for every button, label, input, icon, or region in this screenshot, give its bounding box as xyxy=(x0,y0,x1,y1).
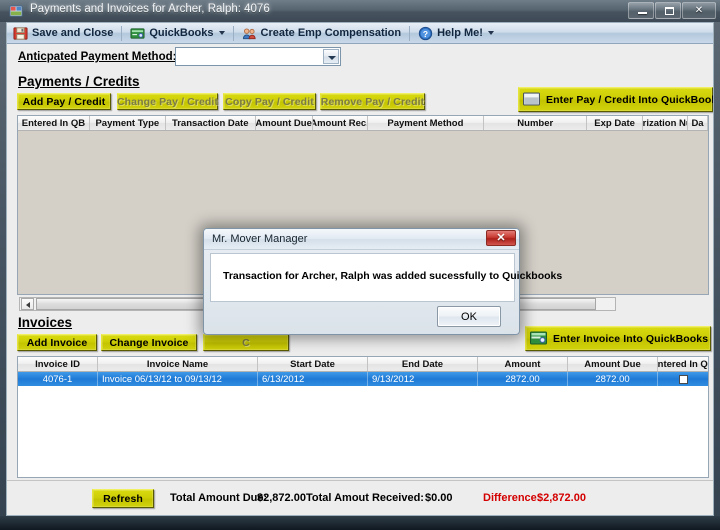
invoices-column-entered-in-qb[interactable]: Entered In QB xyxy=(658,357,708,371)
difference-value: $2,872.00 xyxy=(537,492,586,504)
payments-column-entered-in-qb[interactable]: Entered In QB xyxy=(18,116,90,130)
enter-pay-credit-into-quickbooks-label: Enter Pay / Credit Into QuickBooks xyxy=(546,93,714,106)
cell-amount-due: 2872.00 xyxy=(568,372,658,386)
anticipated-payment-method-dropdown-button[interactable] xyxy=(323,49,339,64)
refresh-button[interactable]: Refresh xyxy=(92,489,154,508)
copy-pay-credit-button[interactable]: Copy Pay / Credit xyxy=(223,93,316,110)
toolbar-label-quickbooks: QuickBooks xyxy=(149,27,214,39)
anticipated-payment-method-select[interactable] xyxy=(175,47,341,66)
toolbar-separator xyxy=(121,25,123,41)
invoices-column-invoice-name[interactable]: Invoice Name xyxy=(98,357,258,371)
enter-pay-credit-into-quickbooks-button[interactable]: Enter Pay / Credit Into QuickBooks xyxy=(518,87,713,112)
invoices-column-amount-due[interactable]: Amount Due xyxy=(568,357,658,371)
chevron-down-icon xyxy=(487,31,494,35)
cell-start-date: 6/13/2012 xyxy=(258,372,368,386)
toolbar-label-create-emp-compensation: Create Emp Compensation xyxy=(260,27,402,39)
payments-column-date[interactable]: Da xyxy=(688,116,708,130)
invoices-grid-header: Invoice ID Invoice Name Start Date End D… xyxy=(18,357,708,372)
payments-column-payment-type[interactable]: Payment Type xyxy=(90,116,166,130)
toolbar-item-save-and-close[interactable]: Save and Close xyxy=(7,24,119,43)
payments-column-exp-date[interactable]: Exp Date xyxy=(587,116,644,130)
cell-invoice-name: Invoice 06/13/12 to 09/13/12 xyxy=(98,372,258,386)
quickbooks-icon xyxy=(130,27,145,39)
toolbar-item-quickbooks[interactable]: QuickBooks xyxy=(124,24,230,43)
toolbar-label-save-and-close: Save and Close xyxy=(32,27,114,39)
cell-invoice-id: 4076-1 xyxy=(18,372,98,386)
copy-invoice-button[interactable]: C xyxy=(203,334,289,351)
change-invoice-button[interactable]: Change Invoice xyxy=(101,334,197,351)
enter-invoice-into-quickbooks-button[interactable]: Enter Invoice Into QuickBooks xyxy=(525,326,711,351)
status-bar: Refresh Total Amount Due: $2,872.00 Tota… xyxy=(7,480,713,515)
application-window: Payments and Invoices for Archer, Ralph:… xyxy=(0,0,720,530)
cell-entered-in-qb-checkbox[interactable] xyxy=(658,372,708,386)
chevron-down-icon xyxy=(218,31,225,35)
application-icon xyxy=(9,5,23,17)
toolbar-item-help-me[interactable]: ? Help Me! xyxy=(412,24,500,43)
anticipated-payment-method-row: Anticpated Payment Method: xyxy=(7,45,713,75)
payments-column-authorization-number[interactable]: Authorization Number xyxy=(643,116,689,130)
cell-end-date: 9/13/2012 xyxy=(368,372,478,386)
close-icon: ✕ xyxy=(694,5,704,16)
toolbar-separator xyxy=(409,25,411,41)
title-bar[interactable]: Payments and Invoices for Archer, Ralph:… xyxy=(0,0,720,22)
dialog-message: Transaction for Archer, Ralph was added … xyxy=(223,270,563,282)
checkbox-icon[interactable] xyxy=(678,374,688,384)
invoices-grid-body[interactable]: 4076-1 Invoice 06/13/12 to 09/13/12 6/13… xyxy=(18,372,708,477)
dialog-body: Transaction for Archer, Ralph was added … xyxy=(210,253,562,302)
toolbar-item-create-emp-compensation[interactable]: Create Emp Compensation xyxy=(236,24,408,43)
table-row[interactable]: 4076-1 Invoice 06/13/12 to 09/13/12 6/13… xyxy=(18,372,708,386)
desktop-background-strip xyxy=(0,516,720,530)
dialog-title: Mr. Mover Manager xyxy=(212,233,308,245)
save-icon xyxy=(13,26,28,40)
difference-label: Difference: xyxy=(483,492,541,504)
total-amount-due-label: Total Amount Due: xyxy=(170,492,268,504)
anticipated-payment-method-label: Anticpated Payment Method: xyxy=(18,51,177,63)
payments-column-amount-due[interactable]: Amount Due xyxy=(256,116,313,130)
change-pay-credit-button[interactable]: Change Pay / Credit xyxy=(117,93,218,110)
invoices-column-end-date[interactable]: End Date xyxy=(368,357,478,371)
enter-invoice-into-quickbooks-label: Enter Invoice Into QuickBooks xyxy=(553,332,709,345)
payments-section-heading: Payments / Credits xyxy=(18,74,140,89)
add-invoice-button[interactable]: Add Invoice xyxy=(17,334,97,351)
total-amount-received-label: Total Amout Received: xyxy=(306,492,424,504)
total-amount-due-value: $2,872.00 xyxy=(257,492,306,504)
maximize-button[interactable] xyxy=(655,2,681,19)
help-icon: ? xyxy=(418,26,433,40)
remove-pay-credit-button[interactable]: Remove Pay / Credit xyxy=(320,93,425,110)
svg-text:?: ? xyxy=(423,28,428,38)
close-icon: ✕ xyxy=(496,232,506,244)
minimize-button[interactable] xyxy=(628,2,654,19)
payments-column-payment-method[interactable]: Payment Method xyxy=(368,116,485,130)
total-amount-received-value: $0.00 xyxy=(425,492,453,504)
dialog-footer: OK xyxy=(210,302,515,330)
dialog-close-button[interactable]: ✕ xyxy=(486,230,516,246)
people-icon xyxy=(242,27,256,39)
main-toolbar: Save and Close QuickBooks Create Emp Com… xyxy=(7,23,713,44)
invoices-column-start-date[interactable]: Start Date xyxy=(258,357,368,371)
payments-column-amount-rec[interactable]: Amount Rec. xyxy=(313,116,368,130)
payments-grid-header: Entered In QB Payment Type Transaction D… xyxy=(18,116,708,131)
cell-amount: 2872.00 xyxy=(478,372,568,386)
invoices-grid[interactable]: Invoice ID Invoice Name Start Date End D… xyxy=(17,356,709,478)
dialog-title-bar[interactable]: Mr. Mover Manager ✕ xyxy=(204,229,519,250)
payments-column-transaction-date[interactable]: Transaction Date xyxy=(166,116,256,130)
invoices-column-invoice-id[interactable]: Invoice ID xyxy=(18,357,98,371)
invoices-section-heading: Invoices xyxy=(18,315,73,330)
chevron-down-icon xyxy=(328,56,336,60)
toolbar-separator xyxy=(232,25,234,41)
quickbooks-icon xyxy=(530,331,547,345)
close-button[interactable]: ✕ xyxy=(682,2,716,19)
scroll-left-arrow-icon[interactable] xyxy=(21,298,34,310)
message-dialog: Mr. Mover Manager ✕ Transaction for Arch… xyxy=(203,228,562,335)
add-pay-credit-button[interactable]: Add Pay / Credit xyxy=(17,93,111,110)
window-title: Payments and Invoices for Archer, Ralph:… xyxy=(30,3,270,15)
quickbooks-icon xyxy=(523,92,540,106)
toolbar-label-help-me: Help Me! xyxy=(437,27,483,39)
payments-column-number[interactable]: Number xyxy=(484,116,588,130)
invoices-column-amount[interactable]: Amount xyxy=(478,357,568,371)
dialog-ok-button[interactable]: OK xyxy=(437,306,501,327)
window-controls: ✕ xyxy=(628,2,716,19)
